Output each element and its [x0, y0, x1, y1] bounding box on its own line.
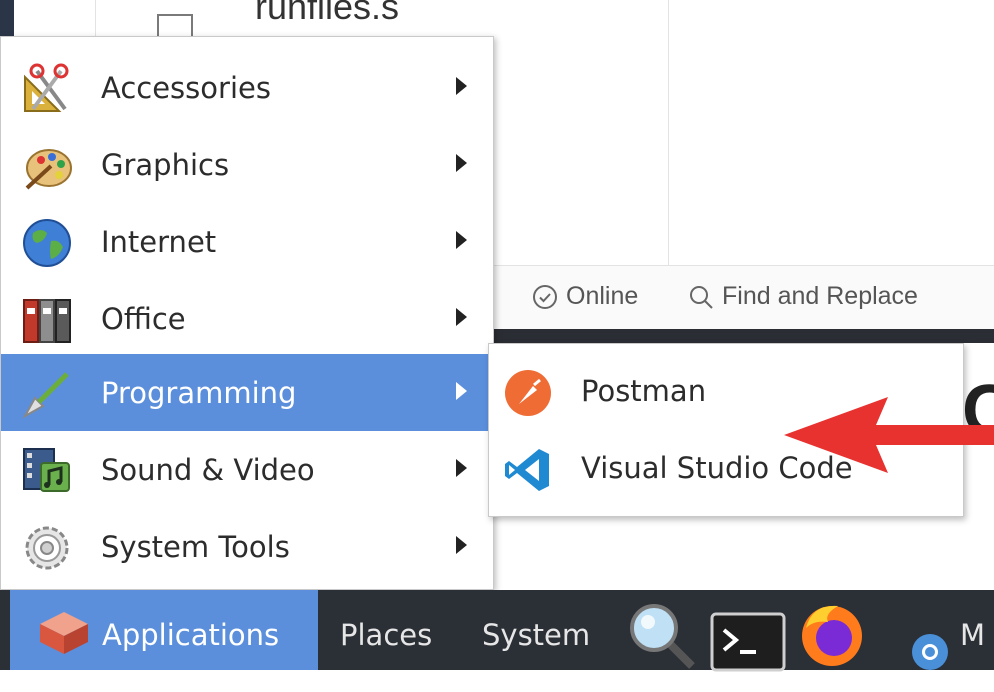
internet-icon: [23, 219, 71, 267]
system-menu-button[interactable]: System: [482, 618, 590, 652]
menu-item-system-tools[interactable]: System Tools: [1, 508, 493, 585]
firefox-launcher-icon[interactable]: [794, 594, 870, 674]
places-menu-button[interactable]: Places: [340, 618, 432, 652]
find-replace-label: Find and Replace: [722, 282, 918, 310]
background-dark-bar: [494, 329, 994, 343]
sound-video-icon: [23, 448, 70, 492]
submenu-item-postman-label: Postman: [581, 374, 707, 408]
background-divider: [95, 0, 96, 40]
submenu-arrow-icon: [456, 459, 467, 477]
menu-item-graphics[interactable]: Graphics: [1, 126, 493, 203]
check-circle-icon: [533, 284, 557, 309]
menu-item-accessories[interactable]: Accessories: [1, 49, 493, 126]
menu-item-internet[interactable]: Internet: [1, 203, 493, 280]
search-icon: [690, 285, 713, 309]
menu-item-programming-label: Programming: [101, 376, 297, 410]
panel-divider: [668, 0, 669, 265]
system-tools-icon: [25, 526, 69, 570]
taskbar: Applications Places System M: [0, 590, 994, 672]
applications-icon: [40, 612, 88, 654]
graphics-icon: [25, 149, 72, 190]
menu-item-internet-label: Internet: [101, 225, 217, 259]
applications-menu-button[interactable]: Applications: [10, 590, 318, 670]
menu-item-office-label: Office: [101, 302, 186, 336]
menu-item-office[interactable]: Office: [1, 280, 493, 357]
menu-item-programming[interactable]: Programming: [1, 354, 493, 431]
background-left-strip: [0, 0, 14, 40]
submenu-arrow-icon: [456, 154, 467, 172]
terminal-launcher-icon[interactable]: [710, 602, 786, 682]
menu-item-graphics-label: Graphics: [101, 148, 230, 182]
submenu-arrow-icon: [456, 536, 467, 554]
accessories-icon: [24, 63, 69, 112]
postman-icon: [505, 370, 551, 416]
menu-item-sound-video-label: Sound & Video: [101, 453, 315, 487]
status-online-label: Online: [566, 282, 639, 310]
programming-icon: [22, 372, 69, 419]
taskbar-window-button[interactable]: M: [960, 618, 985, 652]
status-bar: Online Find and Replace: [494, 265, 994, 330]
file-name[interactable]: runfiles.s: [255, 0, 399, 28]
menu-item-accessories-label: Accessories: [101, 71, 271, 105]
submenu-arrow-icon: [456, 308, 467, 326]
search-launcher-icon[interactable]: [626, 596, 698, 676]
chromium-launcher-icon[interactable]: [910, 612, 950, 692]
vscode-icon: [505, 449, 549, 491]
status-online[interactable]: Online: [532, 282, 638, 311]
submenu-arrow-icon: [456, 231, 467, 249]
applications-menu: Accessories Graphics Internet Office Pro…: [0, 36, 494, 590]
submenu-arrow-icon: [456, 77, 467, 95]
applications-menu-label: Applications: [102, 618, 280, 652]
menu-item-system-tools-label: System Tools: [101, 530, 290, 564]
find-replace-button[interactable]: Find and Replace: [688, 282, 918, 311]
office-icon: [23, 299, 71, 343]
submenu-arrow-icon: [456, 382, 467, 400]
menu-item-sound-video[interactable]: Sound & Video: [1, 431, 493, 508]
annotation-arrow-icon: [784, 397, 994, 473]
